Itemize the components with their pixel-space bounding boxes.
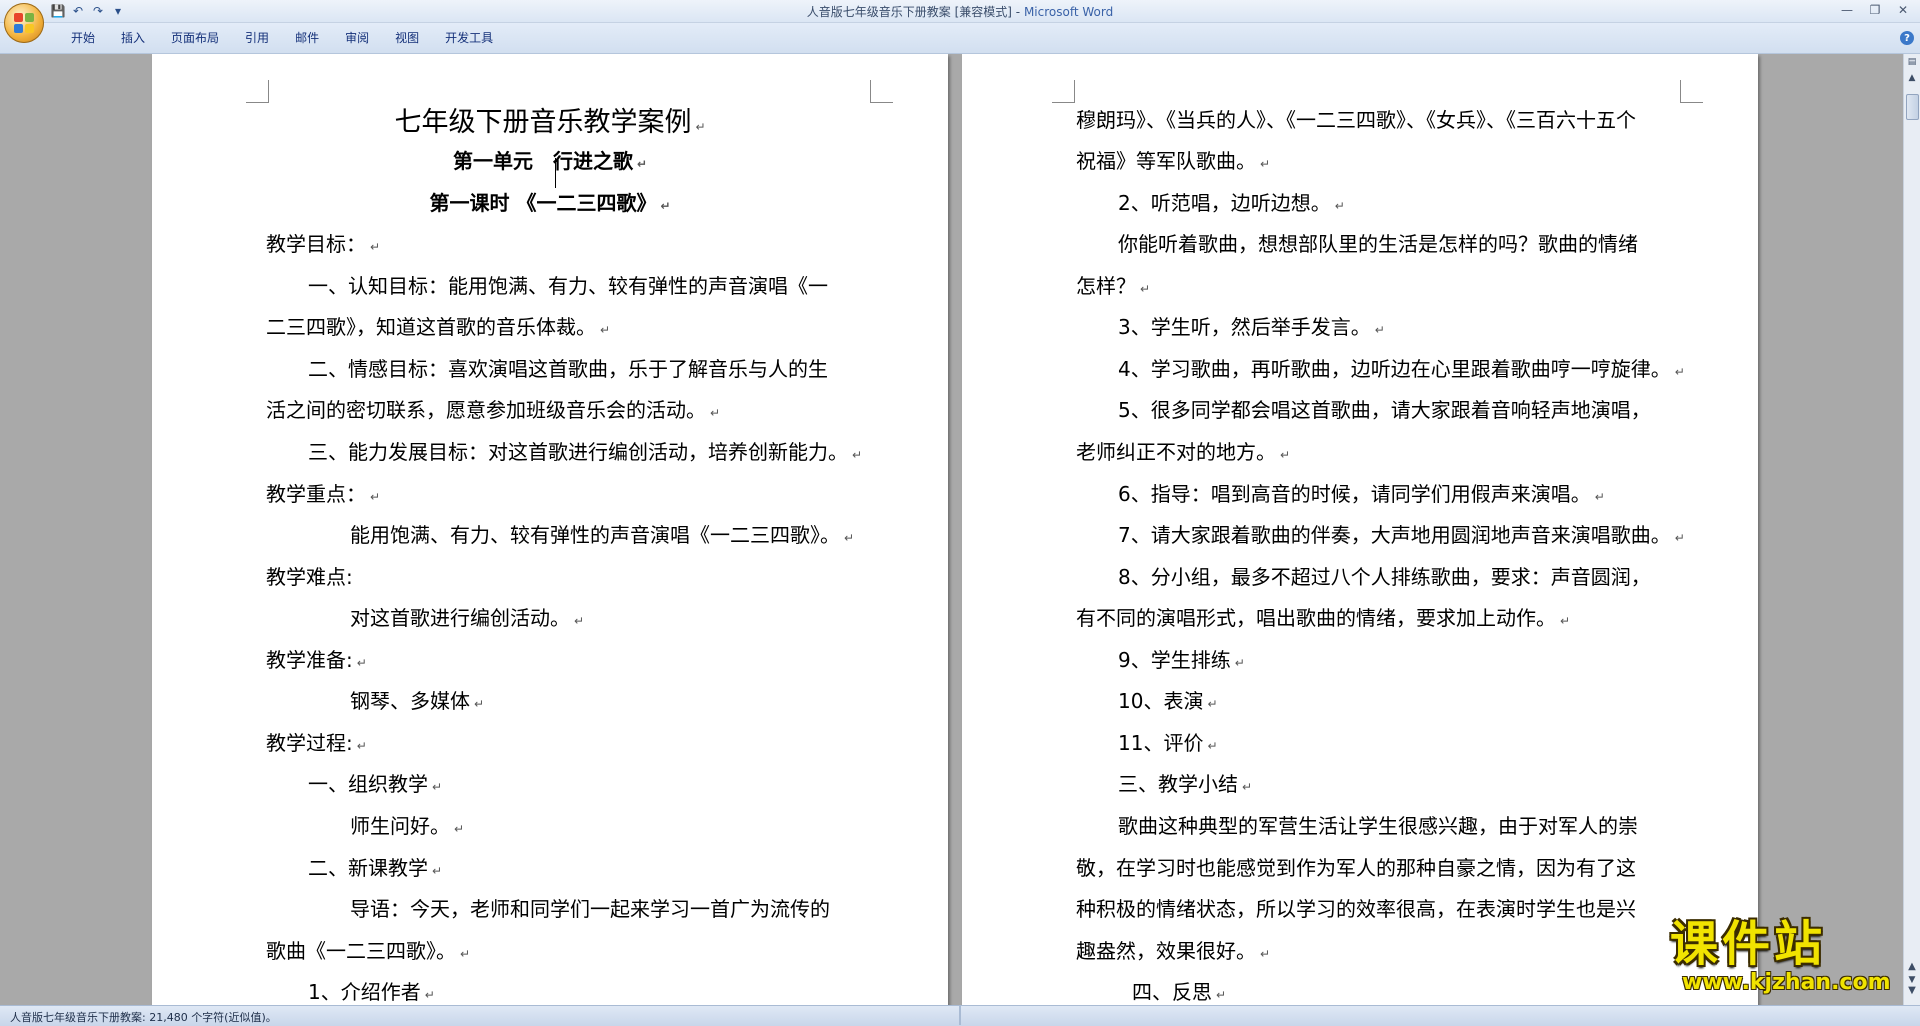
text-line: 1、介绍作者 ↵ <box>308 980 435 1004</box>
status-divider <box>959 1005 961 1025</box>
text-line: 祝福》等军队歌曲。 ↵ <box>1076 149 1271 173</box>
minimize-icon[interactable]: — <box>1836 2 1858 18</box>
text-line: 5、很多同学都会唱这首歌曲，请大家跟着音响轻声地演唱， <box>1118 398 1651 422</box>
text-line: 7、请大家跟着歌曲的伴奏，大声地用圆润地声音来演唱歌曲。 ↵ <box>1118 523 1685 547</box>
text-line: 老师纠正不对的地方。 ↵ <box>1076 440 1291 464</box>
text-line: 二三四歌》，知道这首歌的音乐体裁。 ↵ <box>266 315 611 339</box>
document-workspace[interactable]: 七年级下册音乐教学案例 ↵ 第一单元 行进之歌 ↵ 第一课时 《一二三四歌》 ↵ 教学… <box>0 54 1904 1005</box>
text-line: 三、教学小结 ↵ <box>1118 772 1253 796</box>
text-line: 敬，在学习时也能感觉到作为军人的那种自豪之情，因为有了这 <box>1076 856 1636 880</box>
text-line: 6、指导：唱到高音的时候，请同学们用假声来演唱。 ↵ <box>1118 482 1605 506</box>
text-line: 二、新课教学 ↵ <box>308 856 443 880</box>
text-line: 歌曲《一二三四歌》。 ↵ <box>266 939 471 963</box>
text-line: 11、评价 ↵ <box>1118 731 1218 755</box>
tab-developer[interactable]: 开发工具 <box>432 30 506 46</box>
watermark-title: 课件站 <box>1670 916 1827 972</box>
crop-mark <box>1680 80 1703 103</box>
text-line: 穆朗玛》、《当兵的人》、《一二三四歌》、《女兵》、《三百六十五个 <box>1076 108 1636 132</box>
vertical-scrollbar[interactable]: ▤ ▲ ▼ ▲ ▼ <box>1903 54 1920 1005</box>
document-page-left[interactable]: 七年级下册音乐教学案例 ↵ 第一单元 行进之歌 ↵ 第一课时 《一二三四歌》 ↵ 教学… <box>152 54 948 1005</box>
text-line: 一、认知目标：能用饱满、有力、较有弹性的声音演唱《一 <box>308 274 828 298</box>
scroll-up-icon[interactable]: ▲ <box>1904 70 1920 86</box>
previous-page-icon[interactable]: ▲ <box>1906 960 1918 972</box>
text-line: 钢琴、多媒体 ↵ <box>350 689 485 713</box>
title-bar: 💾 ↶ ↷ ▾ 人音版七年级音乐下册教案 [兼容模式] - Microsoft … <box>0 0 1920 23</box>
text-line: 教学过程: ↵ <box>266 731 367 755</box>
text-line: 4、学习歌曲，再听歌曲，边听边在心里跟着歌曲哼一哼旋律。 ↵ <box>1118 357 1685 381</box>
text-line: 9、学生排练 ↵ <box>1118 648 1245 672</box>
close-icon[interactable]: ✕ <box>1892 2 1914 18</box>
watermark-logo: 课件站 www.kjzhan.com <box>1664 918 1904 1002</box>
document-title-heading: 七年级下册音乐教学案例 ↵ <box>394 107 706 138</box>
text-line: 教学重点： ↵ <box>266 482 381 506</box>
word-count-status[interactable]: 人音版七年级音乐下册教案: 21,480 个字符(近似值)。 <box>10 1009 277 1025</box>
text-line: 有不同的演唱形式，唱出歌曲的情绪，要求加上动作。 ↵ <box>1076 606 1571 630</box>
ribbon-tabs-bar: 开始 插入 页面布局 引用 邮件 审阅 视图 开发工具 ? <box>0 23 1920 54</box>
window-controls: — ❐ ✕ <box>1836 2 1914 18</box>
maximize-icon[interactable]: ❐ <box>1864 2 1886 18</box>
crop-mark <box>246 80 269 103</box>
text-line: 三、能力发展目标：对这首歌进行编创活动，培养创新能力。 ↵ <box>308 440 863 464</box>
text-line: 师生问好。 ↵ <box>350 814 465 838</box>
text-line: 3、学生听，然后举手发言。 ↵ <box>1118 315 1385 339</box>
text-line: 8、分小组，最多不超过八个人排练歌曲，要求：声音圆润， <box>1118 565 1651 589</box>
document-title: 人音版七年级音乐下册教案 [兼容模式] <box>806 5 1012 19</box>
tab-review[interactable]: 审阅 <box>332 30 382 46</box>
document-page-right[interactable]: 穆朗玛》、《当兵的人》、《一二三四歌》、《女兵》、《三百六十五个 祝福》等军队歌… <box>962 54 1758 1005</box>
text-line: 对这首歌进行编创活动。 ↵ <box>350 606 585 630</box>
tab-mailings[interactable]: 邮件 <box>282 30 332 46</box>
tab-page-layout[interactable]: 页面布局 <box>158 30 232 46</box>
text-line: 趣盎然，效果很好。 ↵ <box>1076 939 1271 963</box>
text-line: 教学准备: ↵ <box>266 648 367 672</box>
crop-mark <box>1052 80 1075 103</box>
text-line: 教学难点: <box>266 565 353 589</box>
crop-mark <box>870 80 893 103</box>
tab-insert[interactable]: 插入 <box>108 30 158 46</box>
title-separator: - <box>1011 5 1024 19</box>
tab-view[interactable]: 视图 <box>382 30 432 46</box>
lesson-heading: 第一课时 《一二三四歌》 ↵ <box>429 191 671 215</box>
text-line: 教学目标： ↵ <box>266 232 381 256</box>
text-line: 2、听范唱，边听边想。 ↵ <box>1118 191 1345 215</box>
text-line: 怎样？ ↵ <box>1076 274 1151 298</box>
text-line: 一、组织教学 ↵ <box>308 772 443 796</box>
text-line: 能用饱满、有力、较有弹性的声音演唱《一二三四歌》。 ↵ <box>350 523 855 547</box>
next-page-icon[interactable]: ▼ <box>1906 984 1918 996</box>
text-line: 歌曲这种典型的军营生活让学生很感兴趣，由于对军人的崇 <box>1118 814 1638 838</box>
text-line: 二、情感目标：喜欢演唱这首歌曲，乐于了解音乐与人的生 <box>308 357 828 381</box>
text-line: 种积极的情绪状态，所以学习的效率很高，在表演时学生也是兴 <box>1076 897 1636 921</box>
tab-references[interactable]: 引用 <box>232 30 282 46</box>
tab-home[interactable]: 开始 <box>58 30 108 46</box>
ruler-toggle-icon[interactable]: ▤ <box>1904 54 1920 70</box>
text-line: 你能听着歌曲，想想部队里的生活是怎样的吗？歌曲的情绪 <box>1118 232 1638 256</box>
help-icon[interactable]: ? <box>1900 31 1914 45</box>
text-line: 四、反思 ↵ <box>1132 980 1227 1004</box>
text-line: 10、表演 ↵ <box>1118 689 1218 713</box>
app-name: Microsoft Word <box>1023 5 1114 19</box>
text-line: 活之间的密切联系，愿意参加班级音乐会的活动。 ↵ <box>266 398 721 422</box>
unit-heading: 第一单元 行进之歌 ↵ <box>452 149 648 173</box>
scroll-thumb[interactable] <box>1906 94 1919 120</box>
ribbon-tabs: 开始 插入 页面布局 引用 邮件 审阅 视图 开发工具 <box>58 30 506 46</box>
office-button[interactable] <box>4 3 44 43</box>
watermark-url: www.kjzhan.com <box>1682 970 1891 995</box>
office-logo-icon <box>14 13 34 33</box>
window-title: 人音版七年级音乐下册教案 [兼容模式] - Microsoft Word <box>0 3 1920 20</box>
text-line: 导语：今天，老师和同学们一起来学习一首广为流传的 <box>350 897 830 921</box>
